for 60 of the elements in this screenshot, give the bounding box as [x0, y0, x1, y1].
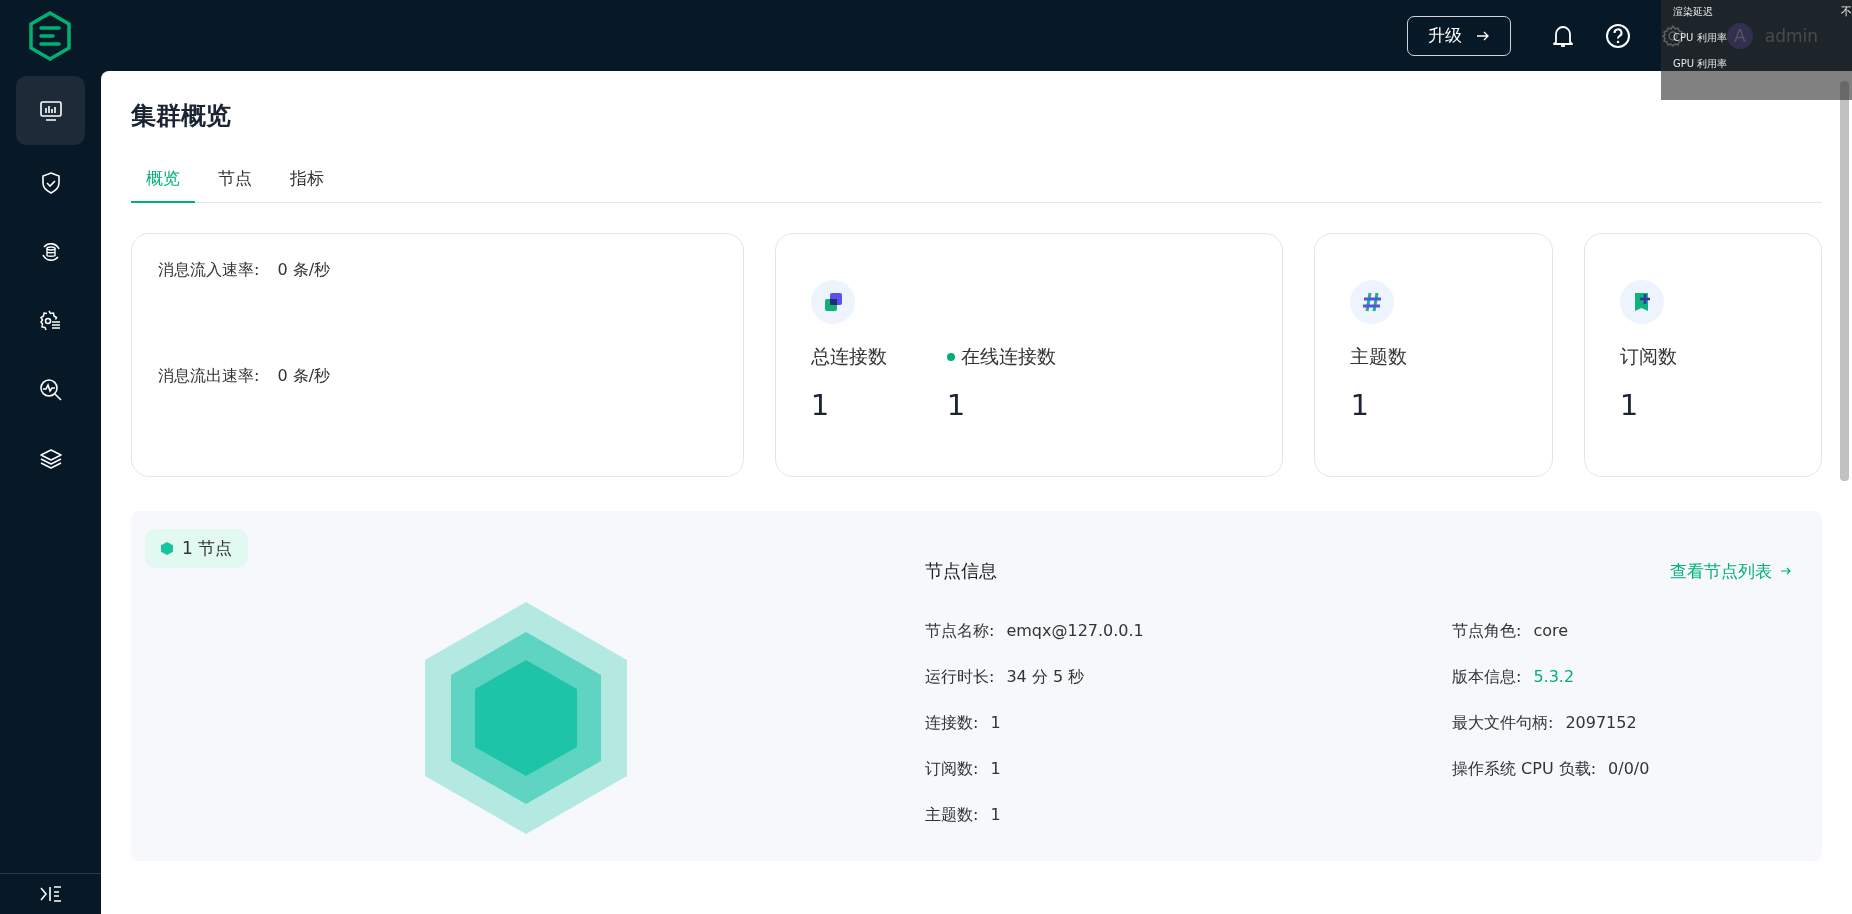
field-label: 连接数: — [925, 713, 979, 734]
layers-icon — [39, 448, 62, 469]
status-dot — [946, 353, 955, 361]
scrollbar[interactable] — [1840, 81, 1849, 481]
overlay-label: 渲染延迟 — [1673, 5, 1713, 19]
bookmark-plus-icon — [1619, 280, 1664, 324]
gear-list-icon — [39, 309, 62, 332]
badge-text: 1 节点 — [182, 537, 233, 560]
hashtag-icon — [1350, 280, 1395, 324]
field-label: 主题数: — [925, 805, 979, 826]
field-value: 1 — [990, 713, 1001, 734]
node-list-link[interactable]: 查看节点列表 — [1670, 559, 1792, 583]
upgrade-button[interactable]: 升级 — [1406, 15, 1511, 56]
database-sync-icon — [39, 240, 62, 263]
metric-label: 主题数 — [1350, 344, 1408, 369]
page-title: 集群概览 — [131, 100, 232, 132]
rate-label: 消息流出速率: — [158, 366, 260, 387]
metric-value: 1 — [1619, 388, 1640, 422]
field-label: 订阅数: — [925, 759, 979, 780]
field-label: 版本信息: — [1452, 667, 1522, 688]
field-value: 34 分 5 秒 — [1006, 667, 1085, 688]
monitor-chart-icon — [39, 100, 62, 121]
rate-value: 0 条/秒 — [277, 260, 331, 281]
arrow-right-icon — [1475, 29, 1490, 42]
section-title: 节点信息 — [925, 559, 997, 583]
shield-check-icon — [40, 171, 61, 194]
hexagon-icon — [161, 542, 173, 555]
field-value: 1 — [990, 805, 1001, 826]
field-value: core — [1533, 621, 1569, 642]
rate-label: 消息流入速率: — [158, 260, 260, 281]
field-value: 2097152 — [1565, 713, 1637, 734]
field-value: emqx@127.0.0.1 — [1006, 621, 1144, 642]
help-icon[interactable] — [1604, 22, 1631, 49]
tab[interactable]: 节点 — [203, 161, 267, 203]
rate-value: 0 条/秒 — [277, 366, 331, 387]
overlay-label: CPU 利用率 — [1673, 31, 1727, 45]
field-label: 节点角色: — [1452, 621, 1522, 642]
nav-item[interactable] — [16, 76, 85, 145]
collapse-icon[interactable] — [39, 885, 62, 903]
overlay-label: GPU 利用率 — [1673, 57, 1728, 71]
field-value: 5.3.2 — [1533, 667, 1575, 688]
metric-value: 1 — [810, 388, 831, 422]
logo-icon — [28, 10, 72, 61]
tab[interactable]: 概览 — [131, 161, 195, 203]
field-value: 0/0/0 — [1608, 759, 1650, 780]
metric-label: 在线连接数 — [960, 344, 1056, 369]
field-value: 1 — [990, 759, 1001, 780]
field-label: 节点名称: — [925, 621, 995, 642]
tab[interactable]: 指标 — [275, 161, 339, 203]
arrow-right-icon — [1780, 566, 1792, 576]
field-label: 操作系统 CPU 负载: — [1452, 759, 1597, 780]
field-label: 最大文件句柄: — [1452, 713, 1554, 734]
field-label: 运行时长: — [925, 667, 995, 688]
overlay-label: 不 — [1841, 4, 1852, 19]
connections-icon — [810, 280, 855, 324]
metric-label: 订阅数 — [1619, 344, 1677, 369]
metric-label: 总连接数 — [810, 344, 887, 369]
metric-value: 1 — [946, 388, 967, 422]
pulse-search-icon — [39, 378, 62, 401]
metric-value: 1 — [1350, 388, 1370, 422]
